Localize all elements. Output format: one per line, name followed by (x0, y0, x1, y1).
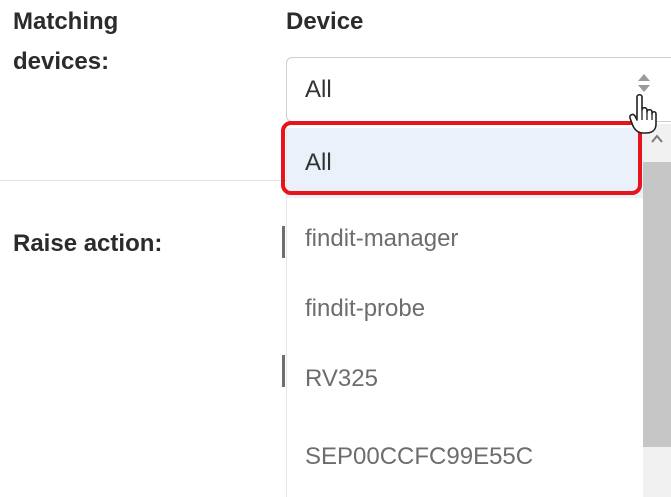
option-sep00ccfc99e55c[interactable]: SEP00CCFC99E55C (287, 422, 643, 492)
sort-arrows-icon (638, 74, 650, 92)
device-label: Device (286, 8, 364, 35)
device-select-value: All (305, 76, 332, 103)
section-divider (0, 180, 290, 181)
scrollbar-thumb[interactable] (643, 162, 671, 447)
raise-action-label: Raise action: (13, 230, 163, 257)
device-select[interactable]: All (286, 57, 671, 122)
highlight-annotation (281, 121, 642, 195)
matching-devices-label: Matching devices: (13, 8, 119, 75)
option-findit-manager[interactable]: findit-manager (287, 204, 643, 274)
dropdown-scrollbar[interactable] (643, 124, 671, 497)
chevron-up-icon[interactable] (651, 134, 663, 144)
hand-pointer-icon (629, 93, 657, 134)
hidden-field-edge (282, 226, 285, 258)
option-findit-probe[interactable]: findit-probe (287, 274, 643, 344)
option-rv325[interactable]: RV325 (287, 344, 643, 414)
hidden-field-edge (282, 355, 285, 387)
